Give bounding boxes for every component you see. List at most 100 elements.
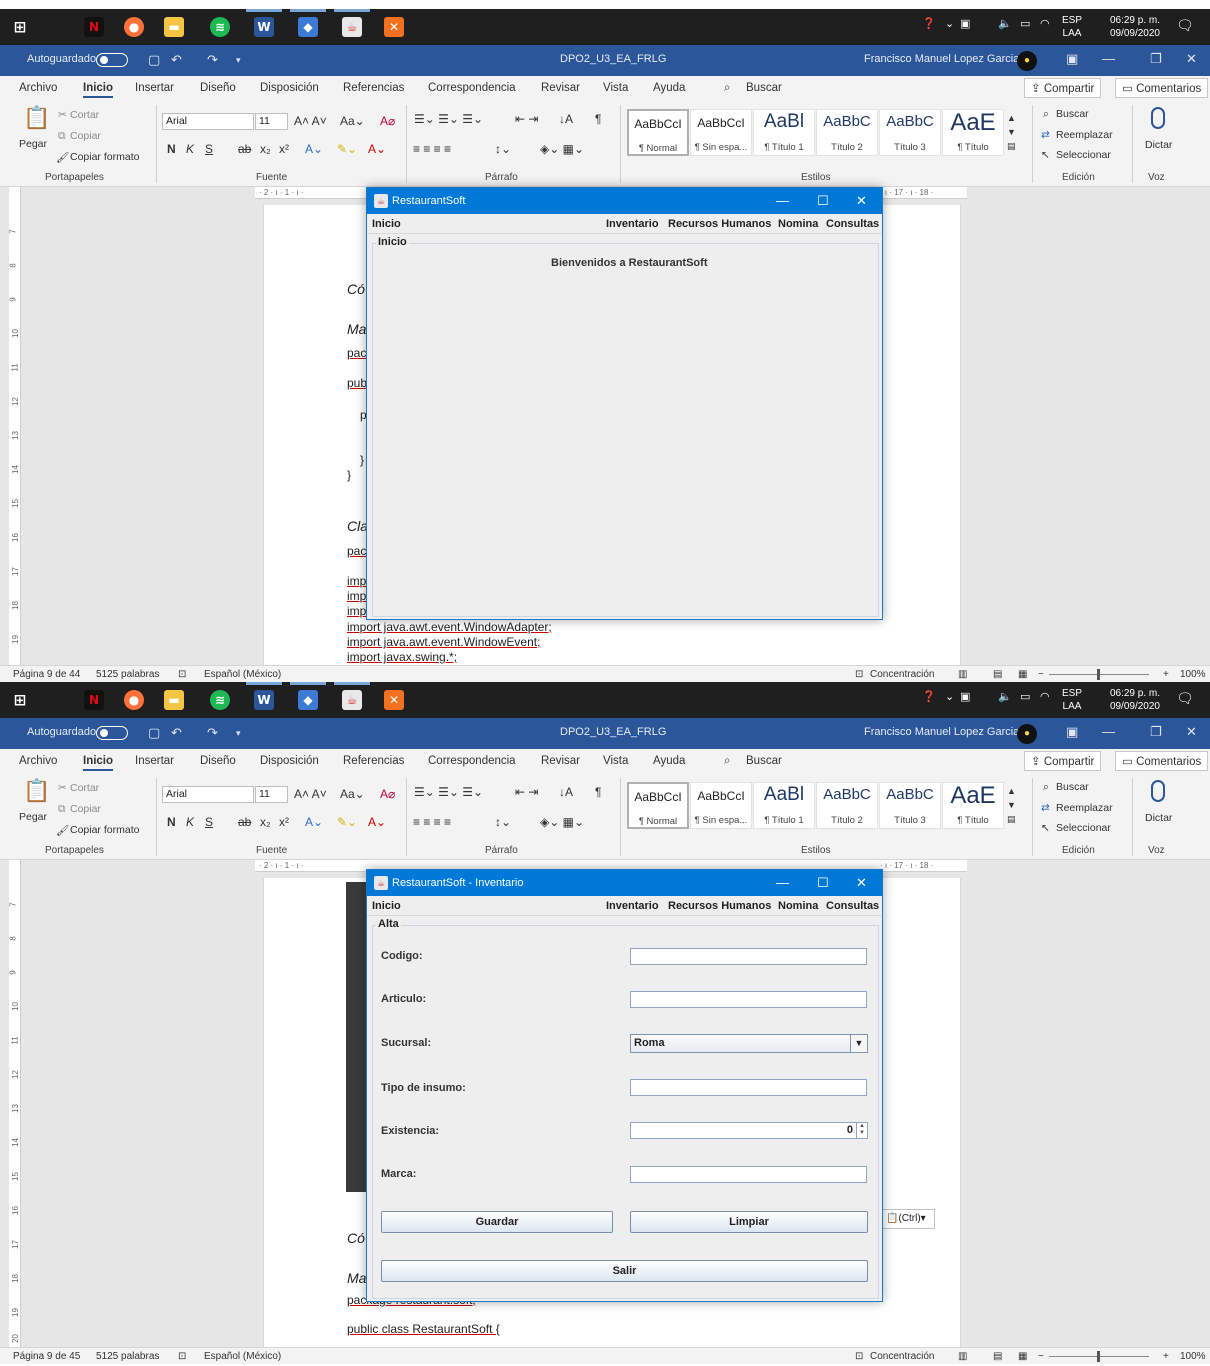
tab-correspondencia[interactable]: Correspondencia	[428, 82, 516, 94]
styles-scroll-icon[interactable]: ▲ ▼ ▤	[1007, 111, 1016, 153]
clear-format-icon[interactable]: A⌀	[380, 114, 395, 128]
pilcrow-icon[interactable]: ¶	[595, 785, 601, 799]
style-heading-1[interactable]: AaBl ¶ Título 1	[753, 782, 815, 829]
web-layout-icon[interactable]: ▦	[1018, 669, 1027, 680]
comments-button[interactable]: ▭ Comentarios	[1115, 751, 1209, 771]
word-icon[interactable]: W	[254, 690, 274, 710]
dictate-button[interactable]: Dictar	[1145, 812, 1172, 824]
underline-icon[interactable]: S	[205, 815, 213, 829]
underline-icon[interactable]: S	[205, 142, 213, 156]
paste-button[interactable]: Pegar	[19, 138, 47, 150]
battery-icon[interactable]: ▭	[1020, 17, 1030, 30]
chevron-up-icon[interactable]: ⌄	[945, 17, 954, 30]
menu-consultas[interactable]: Consultas	[826, 900, 879, 912]
volume-icon[interactable]: 🔈	[998, 17, 1012, 30]
language-indicator[interactable]: ESP LAA	[1062, 687, 1082, 713]
volume-icon[interactable]: 🔈	[998, 690, 1012, 703]
tab-disposicion[interactable]: Disposición	[260, 755, 319, 767]
italic-icon[interactable]: K	[186, 815, 194, 829]
highlight-icon[interactable]: ✎⌄	[337, 815, 357, 829]
dictate-button[interactable]: Dictar	[1145, 139, 1172, 151]
change-case-icon[interactable]: Aa⌄	[340, 114, 365, 128]
paste-icon[interactable]: 📋	[23, 105, 50, 131]
tab-vista[interactable]: Vista	[603, 82, 628, 94]
tab-revisar[interactable]: Revisar	[541, 755, 580, 767]
style-no-spacing[interactable]: AaBbCcI ¶ Sin espa...	[690, 109, 752, 156]
focus-icon[interactable]: ⊡	[855, 669, 863, 680]
style-heading-2[interactable]: AaBbC Título 2	[816, 109, 878, 156]
minimize-icon[interactable]: —	[776, 875, 789, 890]
bold-icon[interactable]: N	[167, 815, 176, 829]
windows-start-icon[interactable]: ⊞	[10, 690, 30, 710]
superscript-icon[interactable]: x²	[279, 815, 289, 829]
strikethrough-icon[interactable]: ab	[238, 815, 251, 829]
customize-quick-access-icon[interactable]: ▾	[236, 728, 241, 739]
search-icon[interactable]: ⌕	[724, 82, 730, 95]
tab-disposicion[interactable]: Disposición	[260, 82, 319, 94]
zoom-in-icon[interactable]: +	[1163, 1351, 1169, 1362]
styles-scroll-icon[interactable]: ▲ ▼ ▤	[1007, 784, 1016, 826]
focus-mode[interactable]: Concentración	[870, 669, 934, 680]
indent-icon[interactable]: ⇤ ⇥	[515, 112, 538, 126]
user-name[interactable]: Francisco Manuel Lopez Garcia	[864, 53, 1019, 65]
chevron-down-icon[interactable]: ▼	[850, 1035, 867, 1052]
focus-icon[interactable]: ⊡	[855, 1351, 863, 1362]
pilcrow-icon[interactable]: ¶	[595, 112, 601, 126]
tab-diseno[interactable]: Diseño	[200, 755, 236, 767]
style-heading-1[interactable]: AaBl ¶ Título 1	[753, 109, 815, 156]
tray-app-icon[interactable]: ▣	[960, 690, 970, 703]
zoom-out-icon[interactable]: −	[1038, 669, 1044, 680]
xampp-icon[interactable]: ✕	[384, 690, 404, 710]
format-painter-button[interactable]: Copiar formato	[70, 824, 139, 836]
comments-button[interactable]: ▭ Comentarios	[1115, 78, 1209, 98]
format-painter-icon[interactable]: 🖌	[56, 151, 69, 164]
read-mode-icon[interactable]: ▥	[958, 669, 967, 680]
select-button[interactable]: Seleccionar	[1056, 822, 1111, 834]
style-title[interactable]: AaE ¶ Título	[942, 109, 1004, 156]
customize-quick-access-icon[interactable]: ▾	[236, 55, 241, 66]
read-mode-icon[interactable]: ▥	[958, 1351, 967, 1362]
file-explorer-icon[interactable]: ▬	[164, 690, 184, 710]
marca-field[interactable]	[630, 1166, 867, 1183]
clear-format-icon[interactable]: A⌀	[380, 787, 395, 801]
print-layout-icon[interactable]: ▤	[993, 1351, 1002, 1362]
chevron-up-icon[interactable]: ⌄	[945, 690, 954, 703]
tab-correspondencia[interactable]: Correspondencia	[428, 755, 516, 767]
clock[interactable]: 06:29 p. m. 09/09/2020	[1110, 14, 1160, 40]
undo-icon[interactable]: ↶	[171, 725, 182, 741]
save-icon[interactable]: ▢	[148, 52, 160, 68]
page-count[interactable]: Página 9 de 45	[13, 1351, 80, 1362]
clock[interactable]: 06:29 p. m. 09/09/2020	[1110, 687, 1160, 713]
menu-nomina[interactable]: Nomina	[778, 218, 818, 230]
undo-icon[interactable]: ↶	[171, 52, 182, 68]
replace-icon[interactable]: ⇄	[1041, 802, 1050, 814]
grow-font-icon[interactable]: A˄ A˅	[294, 114, 327, 128]
select-icon[interactable]: ↖	[1041, 149, 1050, 161]
menu-inventario[interactable]: Inventario	[606, 900, 659, 912]
find-icon[interactable]: ⌕	[1043, 781, 1049, 794]
change-case-icon[interactable]: Aa⌄	[340, 787, 365, 801]
limpiar-button[interactable]: Limpiar	[630, 1211, 868, 1233]
style-no-spacing[interactable]: AaBbCcI ¶ Sin espa...	[690, 782, 752, 829]
close-icon[interactable]: ✕	[1186, 724, 1197, 740]
wifi-icon[interactable]: ◠	[1040, 17, 1050, 30]
find-icon[interactable]: ⌕	[1043, 108, 1049, 121]
cut-icon[interactable]: ✂	[58, 109, 67, 121]
netflix-icon[interactable]: N	[84, 690, 104, 710]
share-button[interactable]: ⇪ Compartir	[1024, 78, 1102, 98]
windows-start-icon[interactable]: ⊞	[10, 17, 30, 37]
shading-icon[interactable]: ◈⌄ ▦⌄	[540, 142, 584, 156]
line-spacing-icon[interactable]: ↕⌄	[495, 815, 511, 829]
word-count[interactable]: 5125 palabras	[96, 1351, 159, 1362]
redo-icon[interactable]: ↷	[207, 725, 218, 741]
share-button[interactable]: ⇪ Compartir	[1024, 751, 1102, 771]
java-icon[interactable]: ☕	[342, 17, 362, 37]
bullets-icon[interactable]: ☰⌄ ☰⌄ ☰⌄	[414, 785, 483, 799]
tab-buscar[interactable]: Buscar	[746, 82, 782, 94]
text-effects-icon[interactable]: A⌄	[305, 142, 323, 156]
tray-app-icon[interactable]: ▣	[960, 17, 970, 30]
salir-button[interactable]: Salir	[381, 1260, 868, 1282]
zoom-level[interactable]: 100%	[1180, 1351, 1206, 1362]
minimize-icon[interactable]: —	[1102, 724, 1115, 739]
zoom-in-icon[interactable]: +	[1163, 669, 1169, 680]
